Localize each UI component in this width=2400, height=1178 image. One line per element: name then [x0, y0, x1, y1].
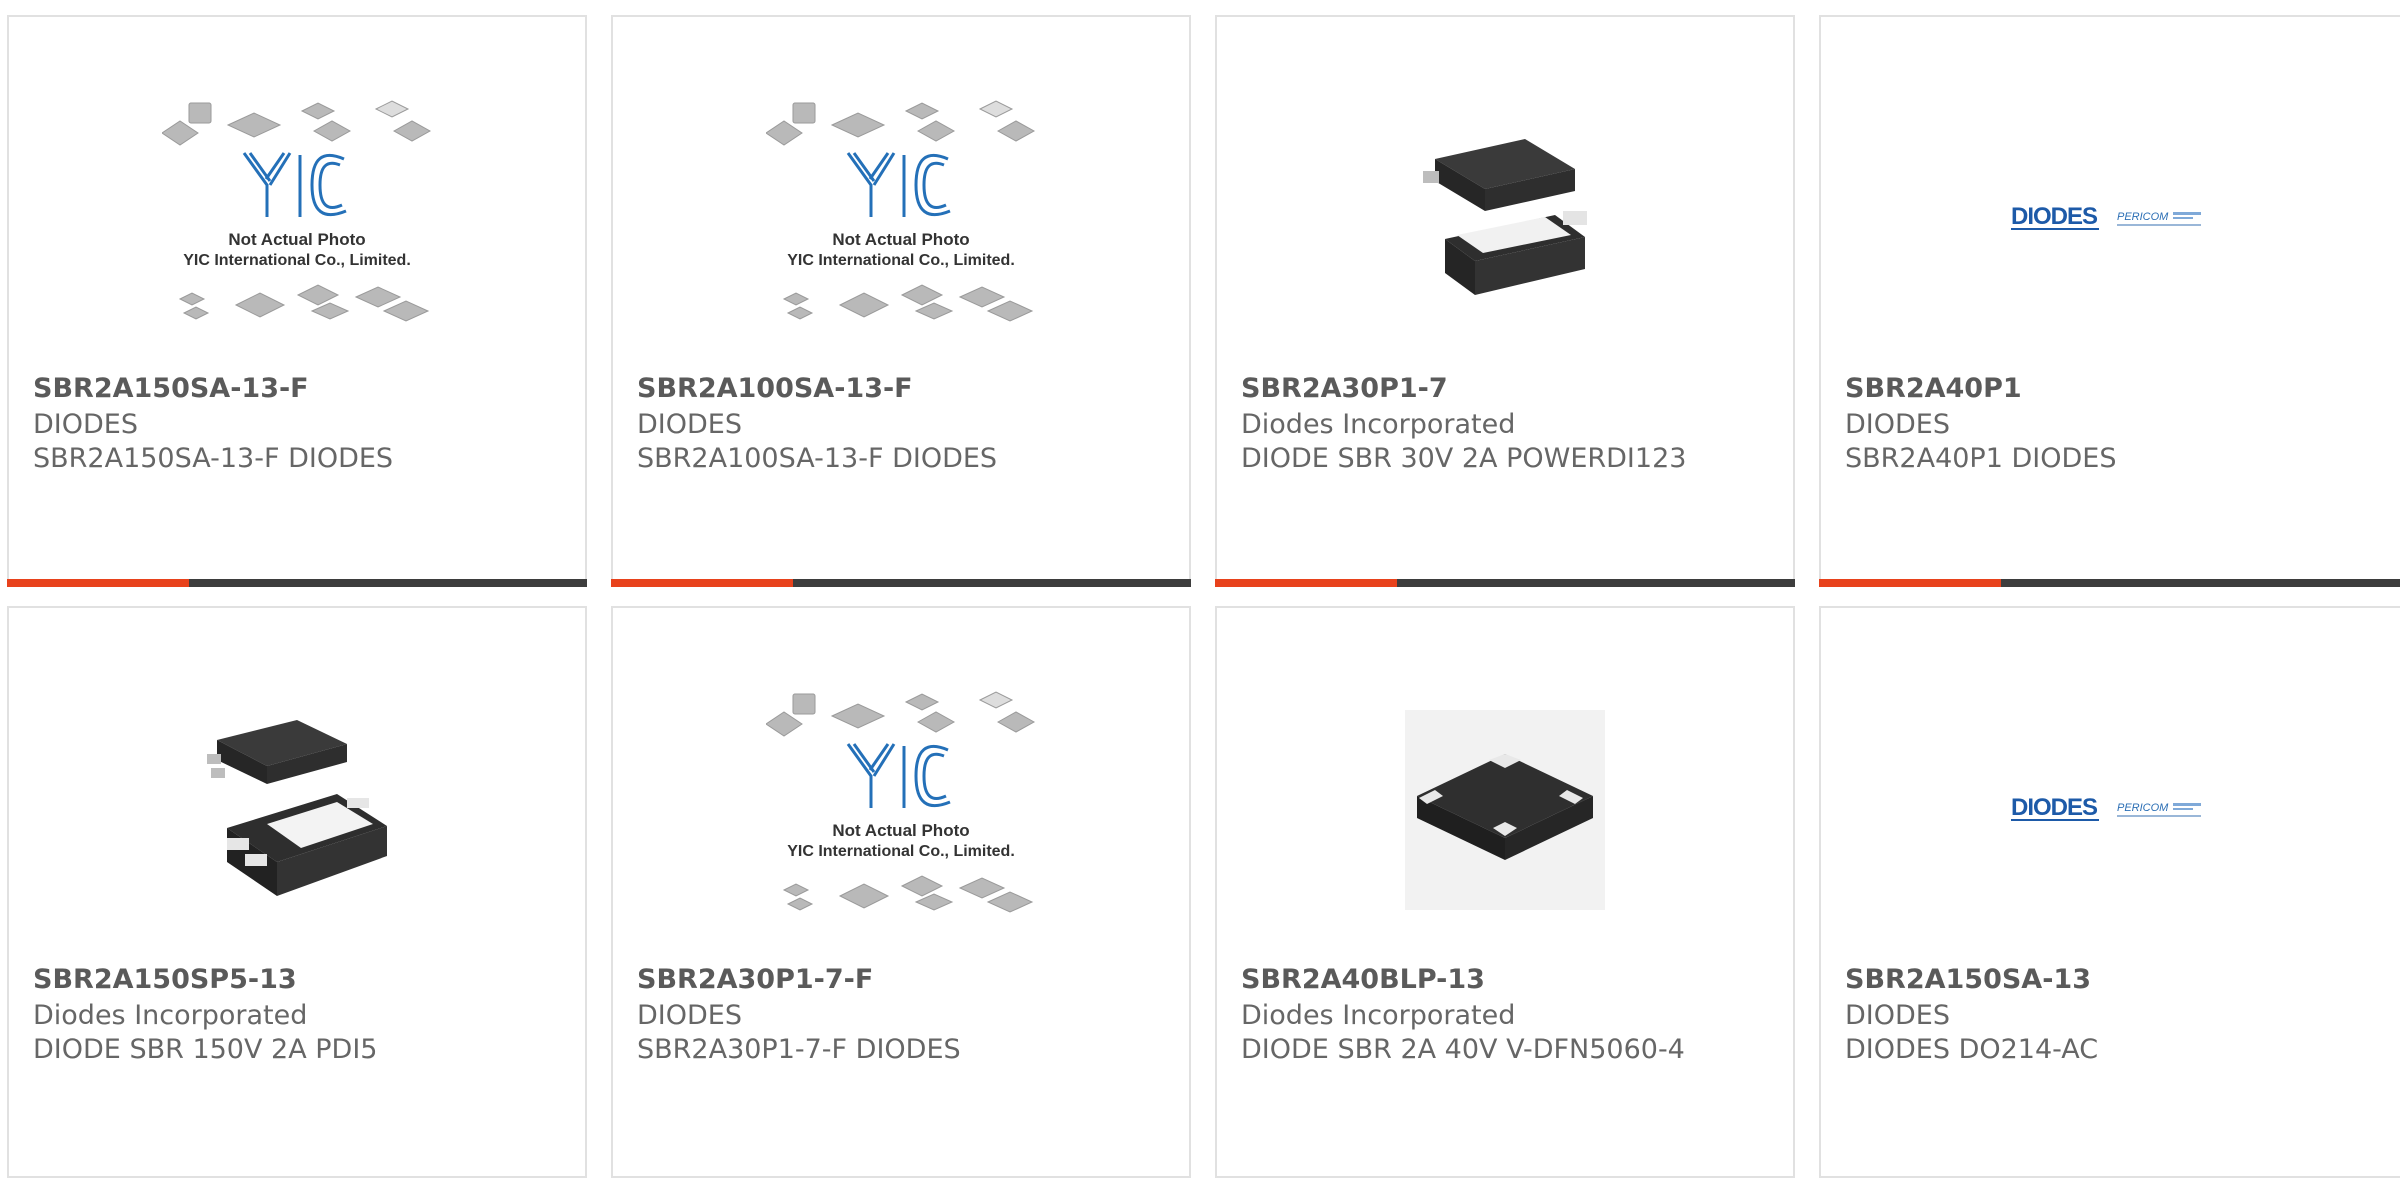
card-underline: [611, 579, 1191, 587]
card-underline: [7, 579, 587, 587]
powerdi123-package-image: [1423, 139, 1587, 295]
part-number[interactable]: SBR2A40BLP-13: [1241, 964, 1485, 995]
product-card[interactable]: Not Actual Photo YIC International Co., …: [611, 15, 1191, 587]
part-number[interactable]: SBR2A30P1-7: [1241, 373, 1448, 404]
description: DIODES DO214-AC: [1845, 1034, 2099, 1065]
card-underline: [1819, 579, 2400, 587]
yic-placeholder-image: Not Actual Photo YIC International Co., …: [162, 100, 432, 322]
product-card[interactable]: SBR2A150SP5-13 Diodes Incorporated DIODE…: [7, 606, 587, 1178]
product-card[interactable]: DIODES PERICOM SBR2A40P1 DIODES SBR2A40P…: [1819, 15, 2400, 587]
diodes-logo-text: DIODES: [2011, 203, 2098, 230]
product-image[interactable]: Not Actual Photo YIC International Co., …: [613, 660, 1189, 960]
manufacturer: DIODES: [1845, 409, 1950, 440]
manufacturer: Diodes Incorporated: [1241, 409, 1516, 440]
pericom-logo-text: PERICOM: [2117, 802, 2169, 814]
product-card[interactable]: Not Actual Photo YIC International Co., …: [611, 606, 1191, 1178]
manufacturer: DIODES: [637, 409, 742, 440]
description: DIODE SBR 150V 2A PDI5: [33, 1034, 378, 1065]
diodes-logo-image: DIODES PERICOM: [2011, 203, 2201, 230]
product-image[interactable]: [1217, 660, 1793, 960]
manufacturer: DIODES: [637, 1000, 742, 1031]
description: SBR2A40P1 DIODES: [1845, 443, 2117, 474]
placeholder-line1: Not Actual Photo: [832, 230, 969, 249]
manufacturer: DIODES: [1845, 1000, 1950, 1031]
pericom-logo-text: PERICOM: [2117, 211, 2169, 223]
card-underline: [1215, 579, 1795, 587]
manufacturer: Diodes Incorporated: [1241, 1000, 1516, 1031]
yic-placeholder-image: Not Actual Photo YIC International Co., …: [766, 691, 1036, 913]
product-card[interactable]: DIODES PERICOM SBR2A150SA-13 DIODES DIOD…: [1819, 606, 2400, 1178]
placeholder-line1: Not Actual Photo: [832, 821, 969, 840]
description: SBR2A100SA-13-F DIODES: [637, 443, 998, 474]
description: DIODE SBR 2A 40V V-DFN5060-4: [1241, 1034, 1685, 1065]
product-image[interactable]: [9, 660, 585, 960]
pdi5-package-image: [207, 720, 387, 896]
diodes-logo-image: DIODES PERICOM: [2011, 794, 2201, 821]
diodes-logo-text: DIODES: [2011, 794, 2098, 821]
product-image[interactable]: DIODES PERICOM: [1821, 69, 2400, 369]
dfn-package-image: [1405, 710, 1605, 910]
product-card[interactable]: SBR2A40BLP-13 Diodes Incorporated DIODE …: [1215, 606, 1795, 1178]
placeholder-line1: Not Actual Photo: [228, 230, 365, 249]
placeholder-line2: YIC International Co., Limited.: [787, 252, 1015, 269]
placeholder-line2: YIC International Co., Limited.: [183, 252, 411, 269]
description: SBR2A150SA-13-F DIODES: [33, 443, 394, 474]
part-number[interactable]: SBR2A150SA-13: [1845, 964, 2091, 995]
part-number[interactable]: SBR2A150SP5-13: [33, 964, 297, 995]
manufacturer: DIODES: [33, 409, 138, 440]
product-card[interactable]: SBR2A30P1-7 Diodes Incorporated DIODE SB…: [1215, 15, 1795, 587]
manufacturer: Diodes Incorporated: [33, 1000, 308, 1031]
description: SBR2A30P1-7-F DIODES: [637, 1034, 961, 1065]
placeholder-line2: YIC International Co., Limited.: [787, 843, 1015, 860]
product-image[interactable]: Not Actual Photo YIC International Co., …: [613, 69, 1189, 369]
yic-placeholder-image: Not Actual Photo YIC International Co., …: [766, 100, 1036, 322]
product-image[interactable]: Not Actual Photo YIC International Co., …: [9, 69, 585, 369]
product-card[interactable]: Not Actual Photo YIC International Co., …: [7, 15, 587, 587]
part-number[interactable]: SBR2A150SA-13-F: [33, 373, 309, 404]
part-number[interactable]: SBR2A30P1-7-F: [637, 964, 873, 995]
product-image[interactable]: DIODES PERICOM: [1821, 660, 2400, 960]
product-image[interactable]: [1217, 69, 1793, 369]
description: DIODE SBR 30V 2A POWERDI123: [1241, 443, 1687, 474]
part-number[interactable]: SBR2A40P1: [1845, 373, 2022, 404]
part-number[interactable]: SBR2A100SA-13-F: [637, 373, 913, 404]
